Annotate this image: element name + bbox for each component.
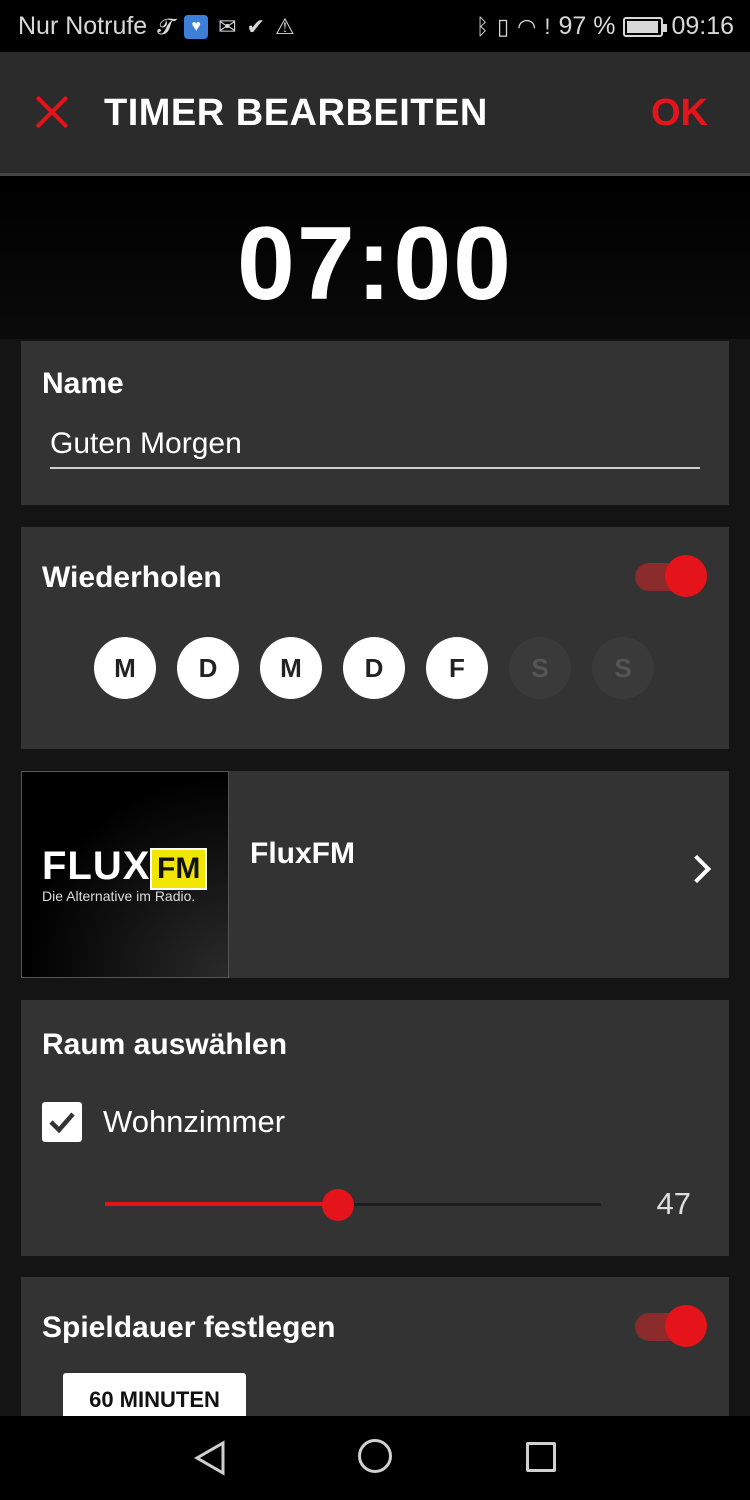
day-saturday[interactable]: S (509, 637, 571, 699)
repeat-label: Wiederholen (42, 561, 222, 594)
duration-card: Spieldauer festlegen 60 MINUTEN (21, 1277, 729, 1416)
messenger-icon: ♥ (184, 14, 209, 39)
logo-wordmark: FLUX (42, 844, 151, 888)
timer-time[interactable]: 07:00 (0, 205, 750, 324)
warning-icon: ⚠ (274, 13, 295, 39)
volume-slider[interactable] (105, 1189, 601, 1221)
day-thursday[interactable]: D (343, 637, 405, 699)
status-bar: Nur Notrufe 𝓣 ♥ ✉ ✔ ⚠ ᛒ ▯ ◠ ! 97 % 09:16 (0, 0, 750, 52)
battery-icon (623, 16, 668, 37)
home-icon[interactable] (358, 1439, 392, 1473)
checkmark-icon (49, 1112, 75, 1134)
name-label: Name (42, 367, 124, 400)
name-card: Name (21, 341, 729, 505)
station-card[interactable]: FLUX FM Die Alternative im Radio. FluxFM (21, 771, 729, 978)
day-friday[interactable]: F (426, 637, 488, 699)
slider-fill (105, 1202, 339, 1206)
telekom-icon: 𝓣 (157, 13, 175, 39)
navigation-bar (0, 1416, 750, 1500)
station-name: FluxFM (250, 837, 355, 870)
duration-chip[interactable]: 60 MINUTEN (63, 1373, 246, 1416)
room-name: Wohnzimmer (103, 1104, 286, 1139)
room-card: Raum auswählen Wohnzimmer 47 (21, 1000, 729, 1256)
page-title: TIMER BEARBEITEN (104, 92, 488, 134)
mail-icon: ✉ (218, 13, 237, 39)
slider-thumb[interactable] (322, 1189, 355, 1221)
wifi-icon: ◠ (517, 13, 537, 39)
day-tuesday[interactable]: D (177, 637, 239, 699)
status-right: ᛒ ▯ ◠ ! 97 % 09:16 (476, 12, 734, 41)
bluetooth-icon: ᛒ (475, 13, 490, 39)
logo-slogan: Die Alternative im Radio. (42, 888, 196, 904)
weekday-selector: M D M D F S S (94, 637, 654, 699)
alert-icon: ! (544, 13, 551, 39)
duration-toggle[interactable] (635, 1305, 707, 1347)
battery-percent: 97 % (558, 12, 616, 40)
status-left: Nur Notrufe 𝓣 ♥ ✉ ✔ ⚠ (18, 12, 295, 41)
volume-value: 47 (656, 1186, 691, 1221)
room-label: Raum auswählen (42, 1028, 288, 1061)
clock: 09:16 (671, 12, 734, 40)
toggle-knob (665, 555, 707, 597)
carrier-text: Nur Notrufe (18, 12, 148, 40)
chevron-right-icon (682, 854, 712, 884)
logo-badge: FM (150, 848, 208, 890)
duration-label: Spieldauer festlegen (42, 1311, 336, 1344)
day-sunday[interactable]: S (592, 637, 654, 699)
timer-editor: 07:00 Name Wiederholen M D M D F S S FLU… (0, 179, 750, 1416)
station-logo: FLUX FM Die Alternative im Radio. (21, 771, 229, 978)
toggle-knob (665, 1305, 707, 1347)
room-checkbox[interactable] (42, 1102, 82, 1142)
app-bar: TIMER BEARBEITEN OK (0, 52, 750, 176)
day-monday[interactable]: M (94, 637, 156, 699)
back-icon[interactable] (193, 1440, 227, 1476)
recent-apps-icon[interactable] (526, 1442, 556, 1472)
day-wednesday[interactable]: M (260, 637, 322, 699)
name-input[interactable] (50, 421, 700, 469)
ok-button[interactable]: OK (651, 92, 708, 135)
vibrate-icon: ▯ (497, 13, 510, 39)
close-icon[interactable] (34, 94, 70, 130)
checklist-icon: ✔ (246, 13, 265, 39)
repeat-card: Wiederholen M D M D F S S (21, 527, 729, 749)
repeat-toggle[interactable] (635, 555, 707, 597)
